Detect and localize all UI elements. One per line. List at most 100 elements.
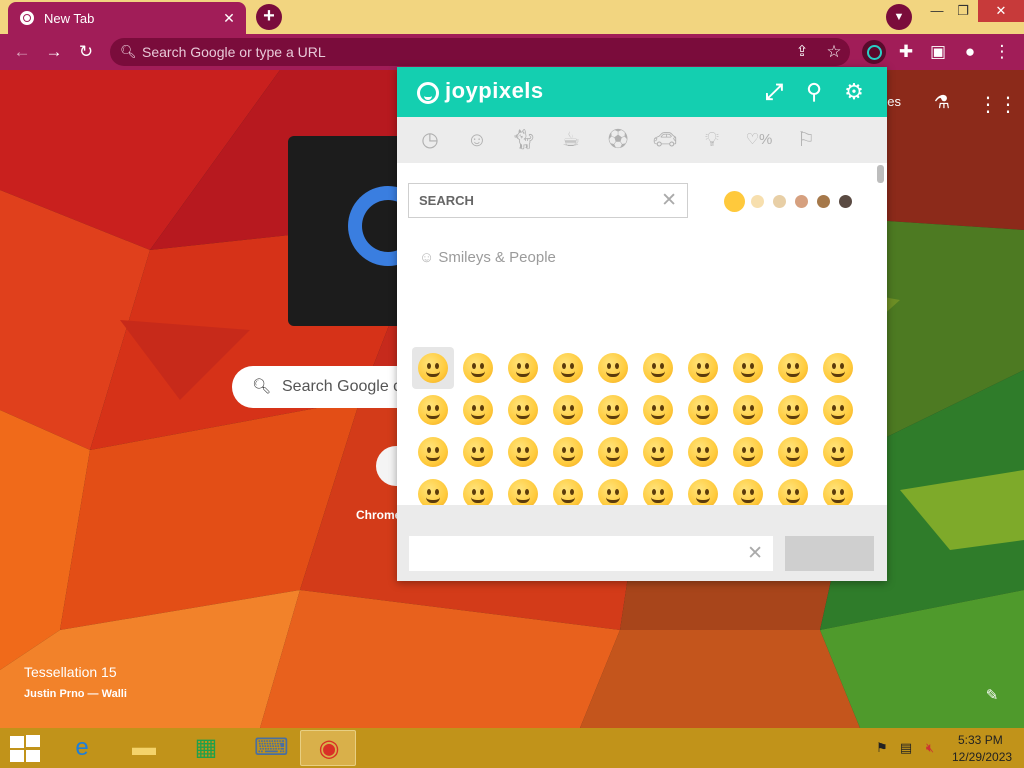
back-icon[interactable]: ← <box>12 42 32 62</box>
emoji-button[interactable] <box>457 389 499 431</box>
emoji-button[interactable] <box>547 473 589 505</box>
search-icon[interactable]: ⚲ <box>801 79 827 105</box>
bookmark-star-icon[interactable]: ☆ <box>824 42 844 62</box>
google-apps-icon[interactable]: ⋮⋮⋮ <box>978 92 1024 116</box>
emoji-button[interactable] <box>412 347 454 389</box>
emoji-button[interactable] <box>727 431 769 473</box>
emoji-button[interactable] <box>592 389 634 431</box>
reload-icon[interactable]: ↻ <box>76 42 96 62</box>
network-icon[interactable]: ▤ <box>898 740 914 756</box>
clear-copy-icon[interactable]: ✕ <box>747 542 763 565</box>
emoji-button[interactable] <box>727 347 769 389</box>
close-tab-icon[interactable]: ✕ <box>220 9 238 27</box>
emoji-button[interactable] <box>412 431 454 473</box>
symbols-icon[interactable]: ♡% <box>745 126 773 154</box>
chrome-menu-icon[interactable]: ⋮ <box>992 42 1012 62</box>
window-close-button[interactable]: ✕ <box>978 0 1024 22</box>
customize-pencil-icon[interactable]: ✎ <box>982 686 1002 706</box>
settings-gear-icon[interactable]: ⚙ <box>841 79 867 105</box>
emoji-button[interactable] <box>772 431 814 473</box>
emoji-button[interactable] <box>547 347 589 389</box>
emoji-button[interactable] <box>772 389 814 431</box>
emoji-button[interactable] <box>592 473 634 505</box>
travel-icon[interactable]: 🚗︎ <box>651 126 679 154</box>
omnibox[interactable]: 🔍︎ Search Google or type a URL <box>110 38 850 66</box>
objects-icon[interactable]: 💡︎ <box>698 126 726 154</box>
start-windows-icon[interactable] <box>8 734 40 762</box>
emoji-button[interactable] <box>592 347 634 389</box>
clock-time[interactable]: 5:33 PM <box>958 733 1003 747</box>
emoji-button[interactable] <box>637 431 679 473</box>
profile-avatar-icon[interactable]: ● <box>960 42 980 62</box>
joypixels-extension-icon[interactable] <box>862 40 886 64</box>
taskbar-file-explorer[interactable]: ▬ <box>116 730 172 766</box>
skin-tone-medium[interactable] <box>795 195 808 208</box>
emoji-button[interactable] <box>502 347 544 389</box>
scrollbar-thumb[interactable] <box>877 165 884 183</box>
emoji-button[interactable] <box>502 473 544 505</box>
recent-icon[interactable]: ◷ <box>416 126 444 154</box>
emoji-button[interactable] <box>592 431 634 473</box>
emoji-button[interactable] <box>457 347 499 389</box>
food-icon[interactable]: ☕︎ <box>557 126 585 154</box>
restore-button[interactable]: ❐ <box>948 0 978 22</box>
wallpaper-credit[interactable]: Justin Prno — Walli <box>24 688 127 700</box>
emoji-button[interactable] <box>457 473 499 505</box>
extensions-puzzle-icon[interactable]: ✚ <box>896 42 916 62</box>
emoji-search-input[interactable]: SEARCH ✕ <box>408 183 688 218</box>
smileys-icon[interactable]: ☺ <box>463 126 491 154</box>
emoji-button[interactable] <box>682 431 724 473</box>
emoji-button[interactable] <box>772 473 814 505</box>
emoji-list[interactable]: SEARCH ✕ ☺ Smileys & People <box>397 163 887 505</box>
skin-tone-light[interactable] <box>751 195 764 208</box>
taskbar-chrome[interactable]: ◉ <box>300 730 356 766</box>
emoji-button[interactable] <box>817 431 859 473</box>
activity-icon[interactable]: ⚽︎ <box>604 126 632 154</box>
taskbar-on-screen-keyboard[interactable]: ⌨ <box>240 730 296 766</box>
skin-tone-dark[interactable] <box>839 195 852 208</box>
copy-button[interactable] <box>785 536 874 571</box>
skin-tone-medium-light[interactable] <box>773 195 786 208</box>
animals-icon[interactable]: 🐈︎ <box>510 126 538 154</box>
copy-field[interactable]: ✕ <box>409 536 773 571</box>
emoji-button[interactable] <box>457 431 499 473</box>
emoji-button[interactable] <box>502 431 544 473</box>
emoji-button[interactable] <box>772 347 814 389</box>
emoji-button[interactable] <box>727 389 769 431</box>
labs-flask-icon[interactable]: ⚗ <box>930 92 954 116</box>
emoji-button[interactable] <box>637 347 679 389</box>
expand-icon[interactable]: ⤢ <box>761 79 787 105</box>
emoji-button[interactable] <box>637 389 679 431</box>
emoji-button[interactable] <box>412 473 454 505</box>
emoji-button[interactable] <box>682 347 724 389</box>
skin-tone-default[interactable] <box>724 191 745 212</box>
emoji-button[interactable] <box>727 473 769 505</box>
side-panel-icon[interactable]: ▣ <box>928 42 948 62</box>
emoji-button[interactable] <box>547 431 589 473</box>
clear-search-icon[interactable]: ✕ <box>661 184 677 217</box>
action-center-flag-icon[interactable]: ⚑ <box>874 740 890 756</box>
ntp-search-box[interactable]: 🔍︎ Search Google o <box>232 366 412 408</box>
wallpaper-title[interactable]: Tessellation 15 <box>24 664 117 680</box>
emoji-button[interactable] <box>412 389 454 431</box>
emoji-button[interactable] <box>547 389 589 431</box>
new-tab-button[interactable]: + <box>256 4 282 30</box>
flags-icon[interactable]: ⚐ <box>792 126 820 154</box>
taskbar-internet-explorer[interactable]: e <box>54 730 110 766</box>
clock-date[interactable]: 12/29/2023 <box>952 750 1012 764</box>
skin-tone-medium-dark[interactable] <box>817 195 830 208</box>
volume-muted-icon[interactable]: 🔇︎ <box>922 740 938 756</box>
taskbar-store[interactable]: ▦ <box>178 730 234 766</box>
tab-new-tab[interactable]: New Tab ✕ <box>8 2 246 34</box>
forward-icon[interactable]: → <box>44 42 64 62</box>
emoji-button[interactable] <box>682 473 724 505</box>
emoji-button[interactable] <box>502 389 544 431</box>
emoji-button[interactable] <box>817 347 859 389</box>
emoji-button[interactable] <box>682 389 724 431</box>
emoji-button[interactable] <box>817 473 859 505</box>
emoji-button[interactable] <box>817 389 859 431</box>
tab-search-button[interactable]: ▼ <box>886 4 912 30</box>
google-doodle[interactable] <box>288 136 428 326</box>
share-icon[interactable]: ⇪ <box>792 42 812 62</box>
emoji-button[interactable] <box>637 473 679 505</box>
